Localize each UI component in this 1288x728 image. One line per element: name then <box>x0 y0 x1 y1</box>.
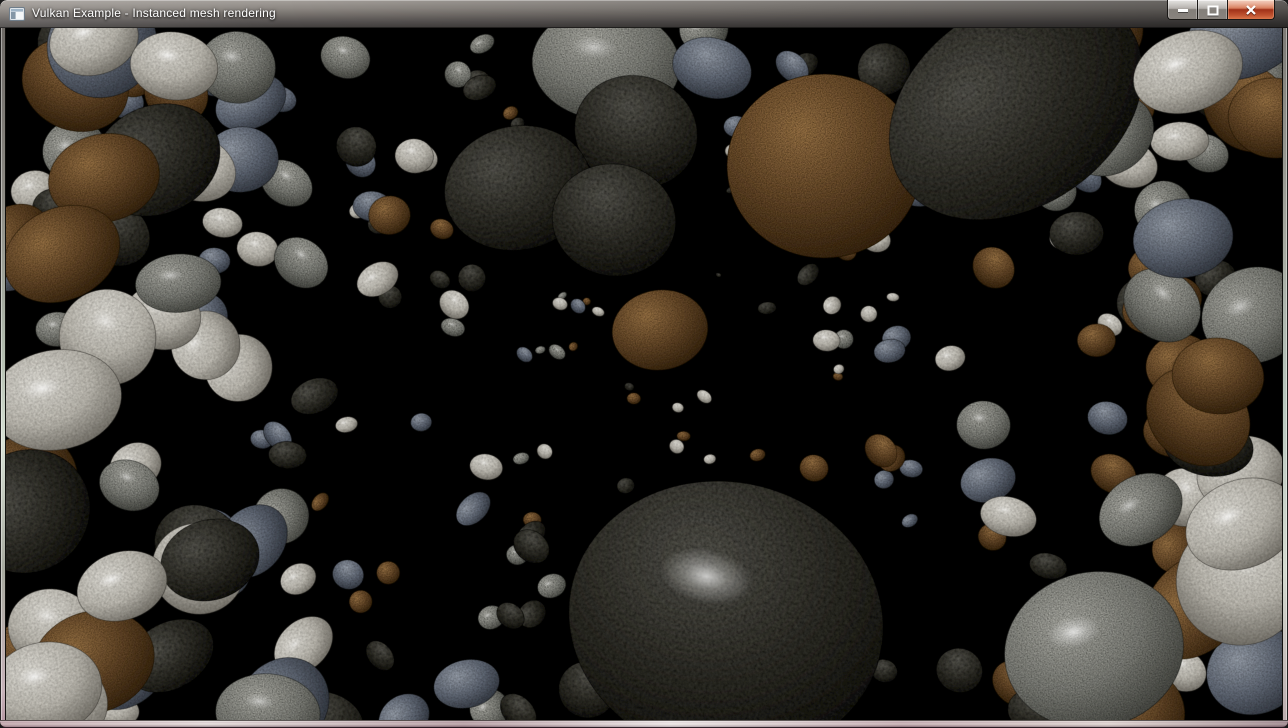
close-icon <box>1244 3 1258 17</box>
window-frame-right <box>1282 28 1288 720</box>
minimize-icon <box>1176 3 1190 17</box>
rendered-scene <box>6 28 1282 720</box>
application-icon-glyph <box>9 6 25 22</box>
maximize-button[interactable] <box>1197 0 1228 20</box>
maximize-icon <box>1206 3 1220 17</box>
application-icon[interactable] <box>9 6 25 22</box>
minimize-button[interactable] <box>1167 0 1197 20</box>
window-controls <box>1167 0 1275 20</box>
app-window: Vulkan Example - Instanced mesh renderin… <box>0 0 1288 728</box>
window-title: Vulkan Example - Instanced mesh renderin… <box>32 0 276 28</box>
title-bar[interactable]: Vulkan Example - Instanced mesh renderin… <box>0 0 1288 28</box>
close-button[interactable] <box>1228 0 1275 20</box>
render-viewport[interactable] <box>6 28 1282 720</box>
window-frame-bottom <box>0 720 1288 728</box>
